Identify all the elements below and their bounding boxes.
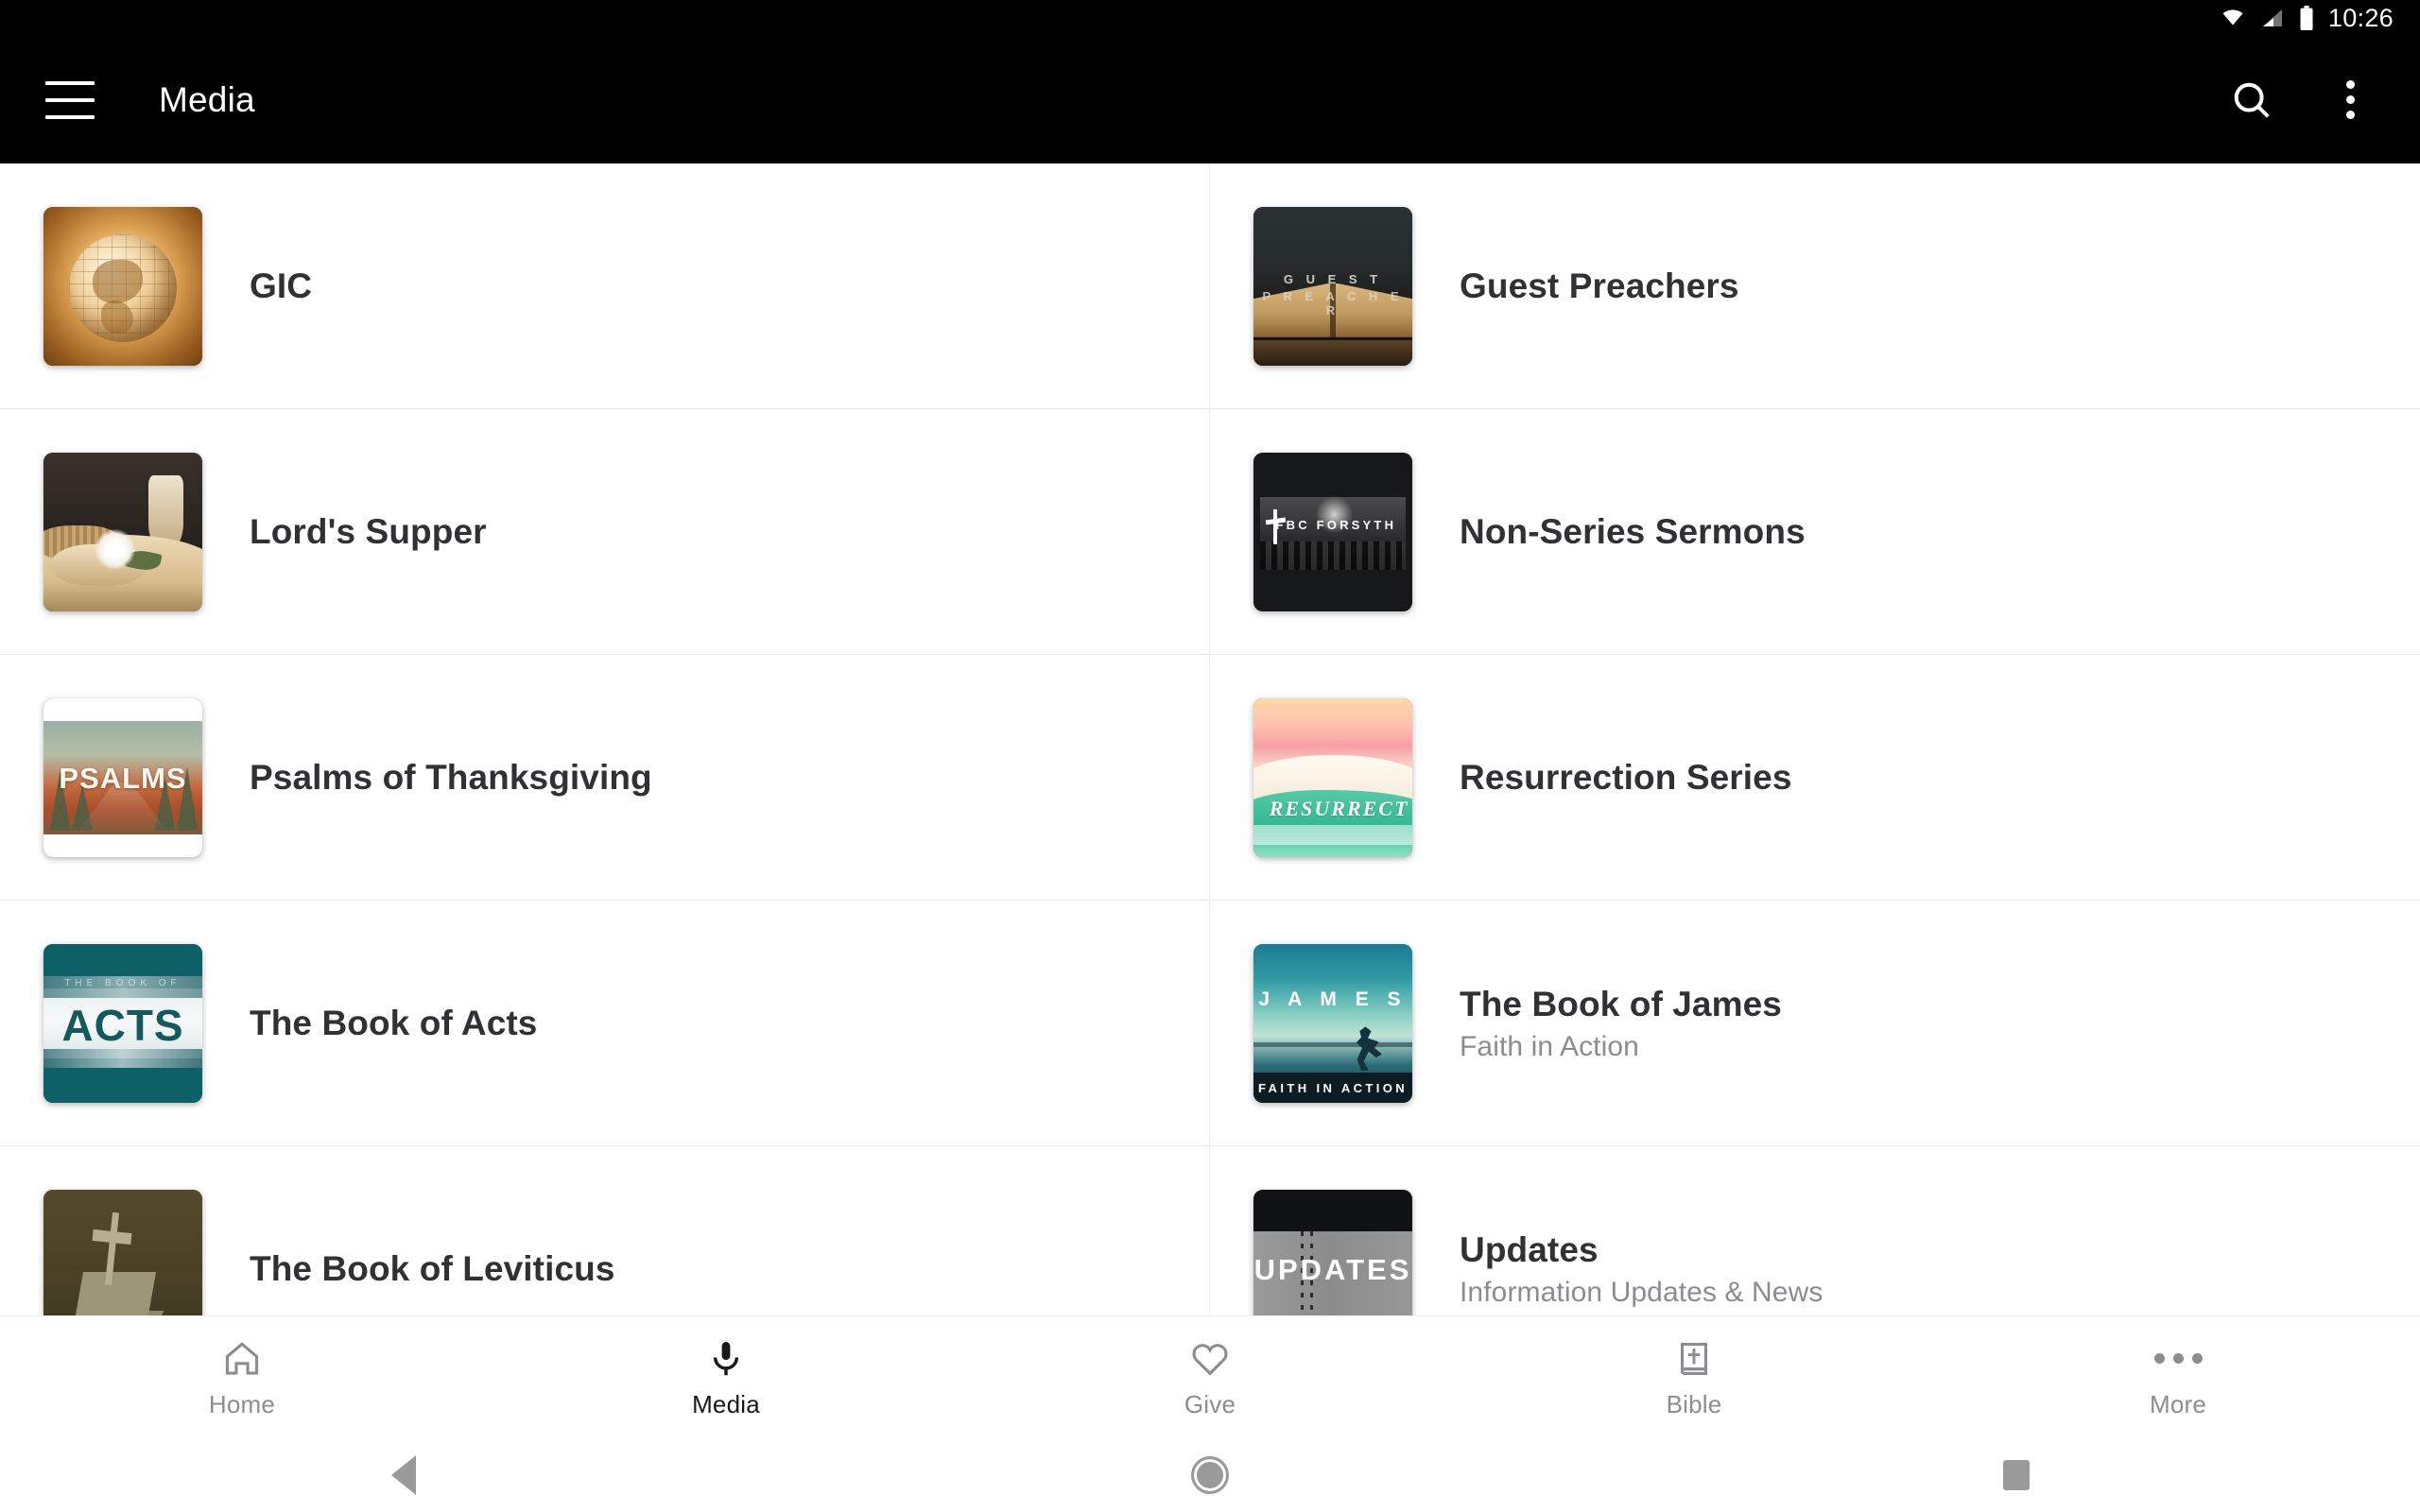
thumbnail-leviticus (43, 1190, 202, 1318)
tab-more[interactable]: More (1936, 1316, 2420, 1439)
app-screen: 10:26 Media GIC G U E S T P R E A C H E … (0, 0, 2420, 1512)
page-title: Media (159, 79, 255, 119)
list-item-title: The Book of Acts (250, 1004, 538, 1042)
back-triangle-icon[interactable] (0, 1455, 806, 1495)
home-circle-icon[interactable] (806, 1456, 1613, 1494)
media-series-list[interactable]: GIC G U E S T P R E A C H E R Guest Prea… (0, 163, 2420, 1318)
tab-label: Home (208, 1389, 276, 1418)
table-row: PSALMS Psalms of Thanksgiving RESURRECT … (0, 655, 2420, 901)
overflow-menu-icon[interactable] (2314, 64, 2386, 136)
thumbnail-psalms: PSALMS (43, 698, 202, 857)
list-item-title: Guest Preachers (1460, 266, 1739, 305)
search-icon[interactable] (2216, 64, 2288, 136)
list-item-the-book-of-james[interactable]: J A M E S FAITH IN ACTION The Book of Ja… (1210, 901, 2420, 1146)
wifi-icon (2219, 7, 2247, 29)
thumbnail-lords-supper (43, 453, 202, 611)
list-item-title: Psalms of Thanksgiving (250, 758, 652, 797)
list-item-title: Updates (1460, 1229, 1599, 1269)
list-item-psalms-of-thanksgiving[interactable]: PSALMS Psalms of Thanksgiving (0, 655, 1210, 901)
thumb-text: J A M E S (1258, 988, 1408, 1011)
list-item-subtitle: Information Updates & News (1460, 1276, 1824, 1308)
list-item-title: GIC (250, 266, 313, 305)
more-dots-icon (2153, 1336, 2203, 1382)
thumbnail-updates: UPDATES (1253, 1190, 1412, 1318)
table-row: Lord's Supper FBC FORSYTH Non-Series Ser… (0, 409, 2420, 655)
list-item-lords-supper[interactable]: Lord's Supper (0, 409, 1210, 655)
list-item-resurrection-series[interactable]: RESURRECT Resurrection Series (1210, 655, 2420, 901)
table-row: GIC G U E S T P R E A C H E R Guest Prea… (0, 163, 2420, 409)
list-item-title: The Book of Leviticus (250, 1249, 615, 1288)
bottom-navigation: Home Media Give Bible More (0, 1315, 2420, 1438)
list-item-guest-preachers[interactable]: G U E S T P R E A C H E R Guest Preacher… (1210, 163, 2420, 409)
app-bar: Media (0, 36, 2420, 163)
thumb-text: THE BOOK OF (64, 978, 182, 989)
thumbnail-james: J A M E S FAITH IN ACTION (1253, 944, 1412, 1103)
tab-label: More (2149, 1389, 2207, 1418)
list-item-title: The Book of James (1460, 984, 1782, 1023)
thumbnail-guest-preachers: G U E S T P R E A C H E R (1253, 207, 1412, 366)
list-item-subtitle: Faith in Action (1460, 1030, 1639, 1062)
thumbnail-resurrection: RESURRECT (1253, 698, 1412, 857)
thumb-text: PSALMS (59, 762, 187, 796)
thumbnail-acts: THE BOOK OF ACTS (43, 944, 202, 1103)
thumb-text: ACTS (61, 1000, 184, 1050)
list-item-gic[interactable]: GIC (0, 163, 1210, 409)
cellular-signal-icon (2260, 7, 2285, 29)
thumbnail-gic (43, 207, 202, 366)
battery-icon (2298, 6, 2315, 30)
home-icon (219, 1336, 265, 1382)
tab-home[interactable]: Home (0, 1316, 484, 1439)
thumbnail-non-series-sermons: FBC FORSYTH (1253, 453, 1412, 611)
list-item-title: Non-Series Sermons (1460, 512, 1806, 551)
list-item-non-series-sermons[interactable]: FBC FORSYTH Non-Series Sermons (1210, 409, 2420, 655)
app-bar-actions (2216, 64, 2420, 136)
android-system-nav (0, 1438, 2420, 1512)
thumb-text: UPDATES (1253, 1253, 1412, 1287)
thumb-text: P R E A C H E R (1262, 289, 1404, 318)
status-time: 10:26 (2327, 3, 2394, 32)
hamburger-menu-icon[interactable] (45, 80, 95, 119)
list-item-title: Resurrection Series (1460, 758, 1792, 797)
list-item-updates[interactable]: UPDATES Updates Information Updates & Ne… (1210, 1146, 2420, 1318)
table-row: The Book of Leviticus UPDATES Updates In… (0, 1146, 2420, 1318)
list-item-title: Lord's Supper (250, 512, 487, 551)
tab-label: Bible (1666, 1389, 1722, 1418)
bible-book-icon (1671, 1336, 1717, 1382)
tab-give[interactable]: Give (968, 1316, 1452, 1439)
thumb-text: G U E S T (1283, 271, 1383, 286)
heart-icon (1187, 1336, 1233, 1382)
recents-square-icon[interactable] (1614, 1460, 2420, 1490)
tab-bible[interactable]: Bible (1452, 1316, 1936, 1439)
list-item-the-book-of-leviticus[interactable]: The Book of Leviticus (0, 1146, 1210, 1318)
tab-media[interactable]: Media (484, 1316, 968, 1439)
thumb-text: FBC FORSYTH (1275, 517, 1397, 532)
tab-label: Give (1184, 1389, 1236, 1418)
status-bar: 10:26 (0, 0, 2420, 36)
thumb-text: FAITH IN ACTION (1257, 1080, 1409, 1095)
thumb-text: RESURRECT (1269, 797, 1409, 821)
tab-label: Media (692, 1389, 760, 1418)
microphone-icon (703, 1336, 749, 1382)
list-item-the-book-of-acts[interactable]: THE BOOK OF ACTS The Book of Acts (0, 901, 1210, 1146)
table-row: THE BOOK OF ACTS The Book of Acts J A M … (0, 901, 2420, 1146)
